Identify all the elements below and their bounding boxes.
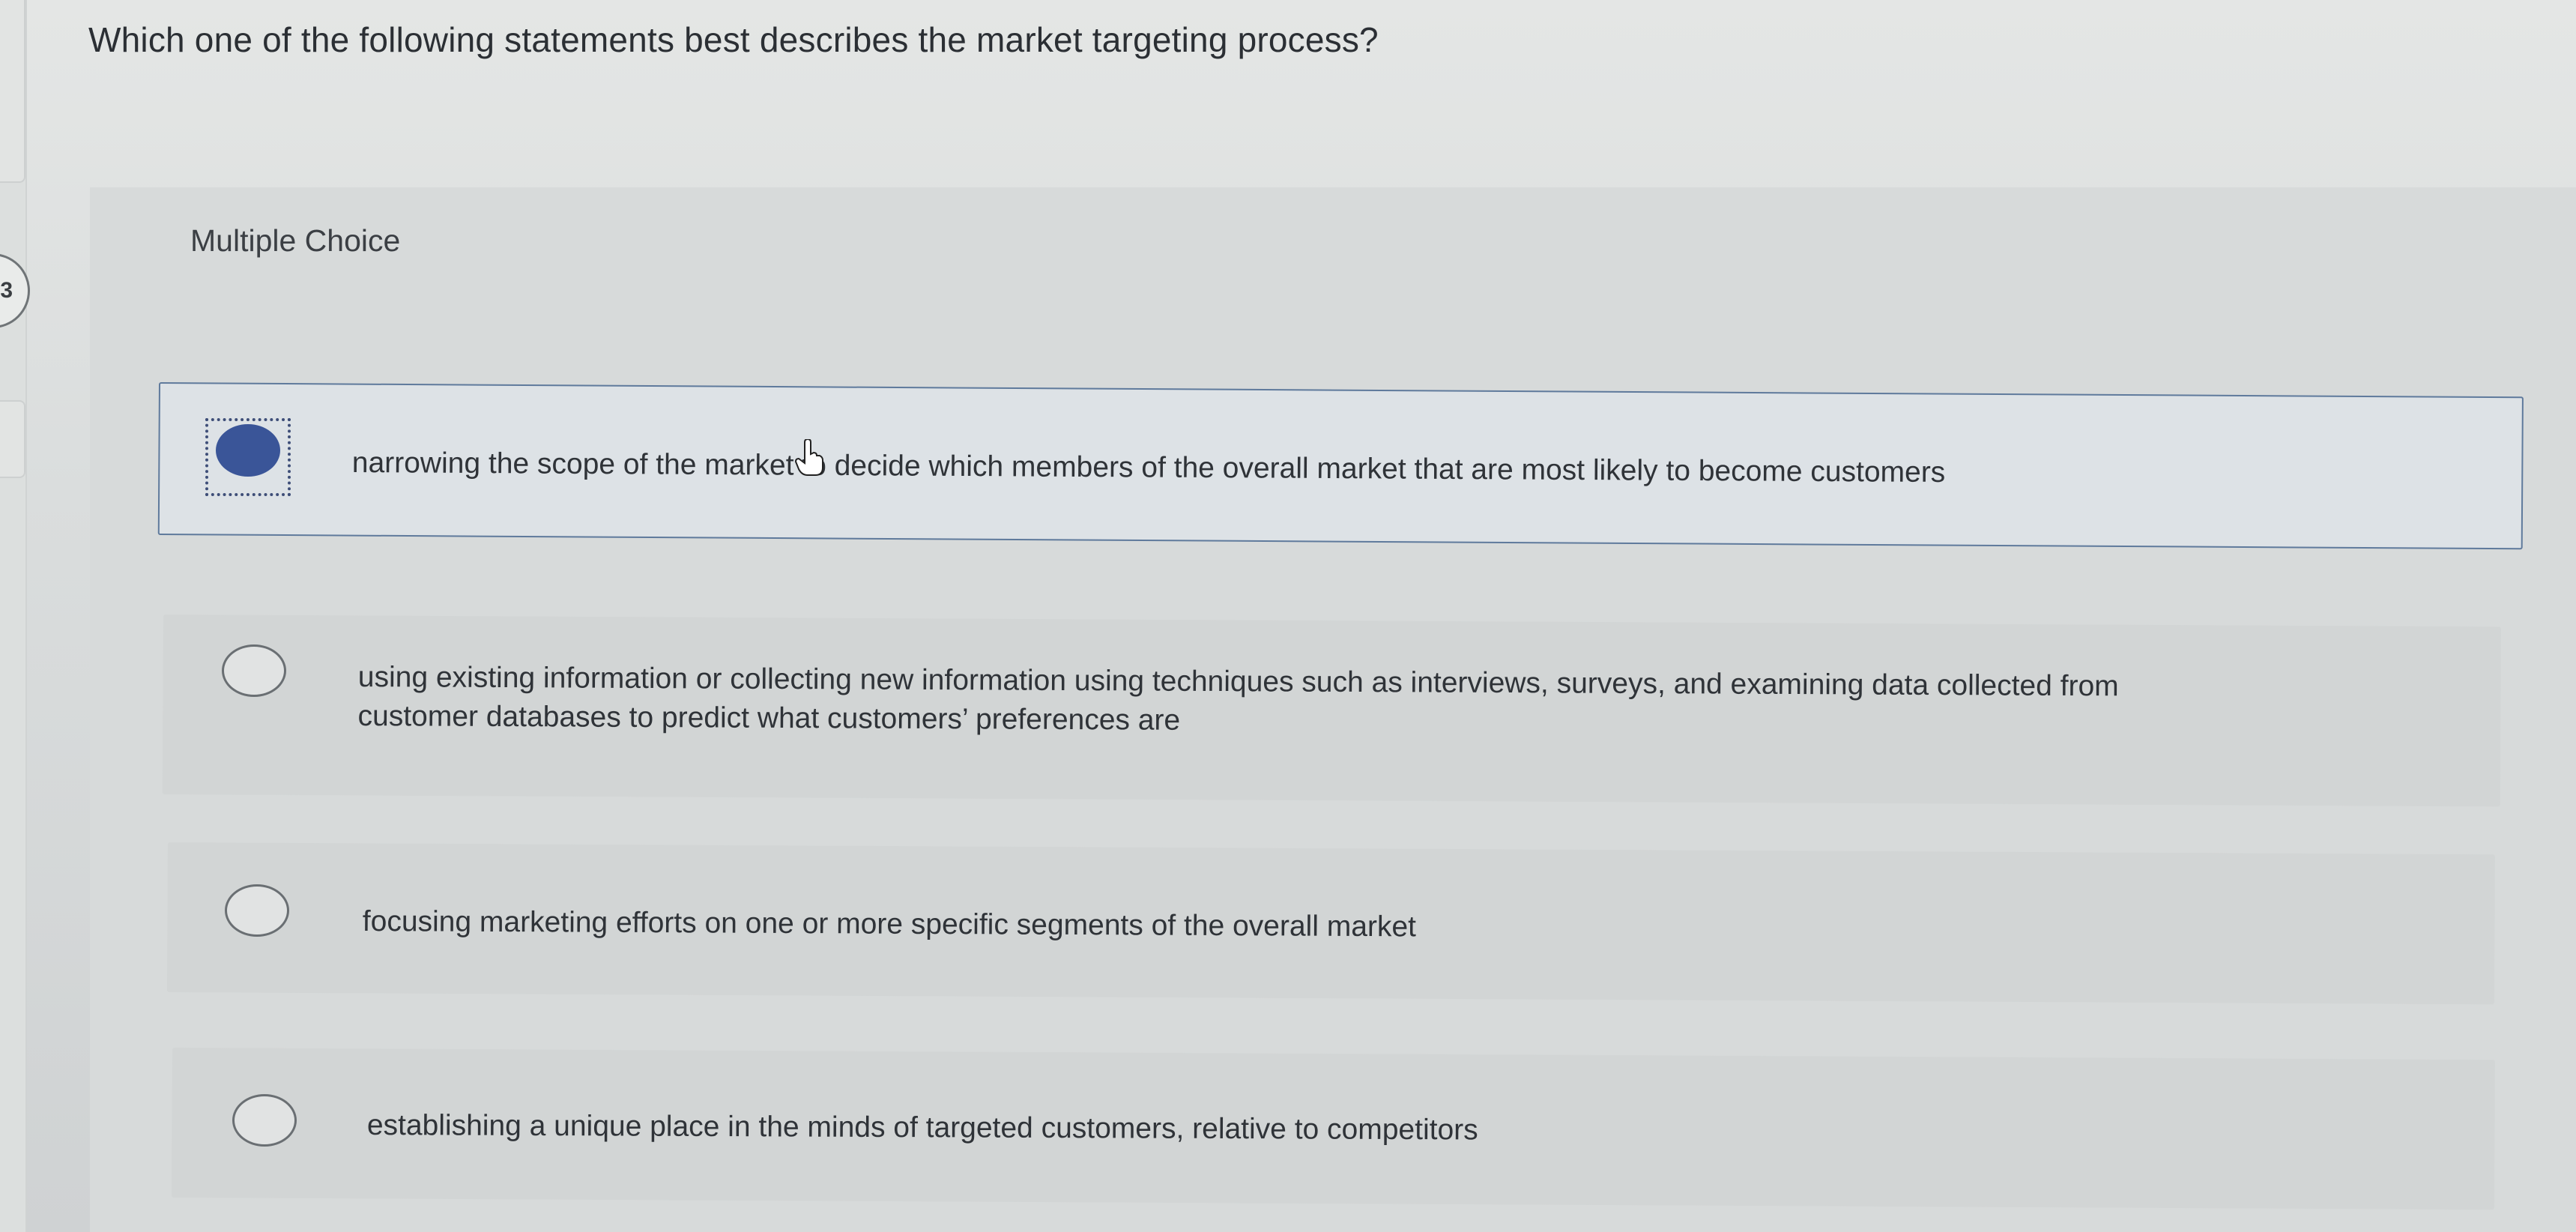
answer-option-2-text: using existing information or collecting… [357,658,2118,745]
question-text: Which one of the following statements be… [88,20,1379,59]
answer-option-4-text: establishing a unique place in the minds… [366,1109,1478,1147]
answer-option-3-text: focusing marketing efforts on one or mor… [362,905,1417,943]
radio-button-2[interactable] [222,644,286,697]
rail-panel-bottom [0,400,25,478]
left-rail [0,0,27,1232]
rail-panel-top [0,0,25,183]
question-type-label: Multiple Choice [190,223,401,258]
radio-button-1-selected[interactable] [216,424,280,477]
hand-pointer-icon [794,439,823,476]
question-number: 3 [0,278,13,303]
radio-button-4[interactable] [232,1094,297,1147]
radio-button-3[interactable] [225,884,289,937]
